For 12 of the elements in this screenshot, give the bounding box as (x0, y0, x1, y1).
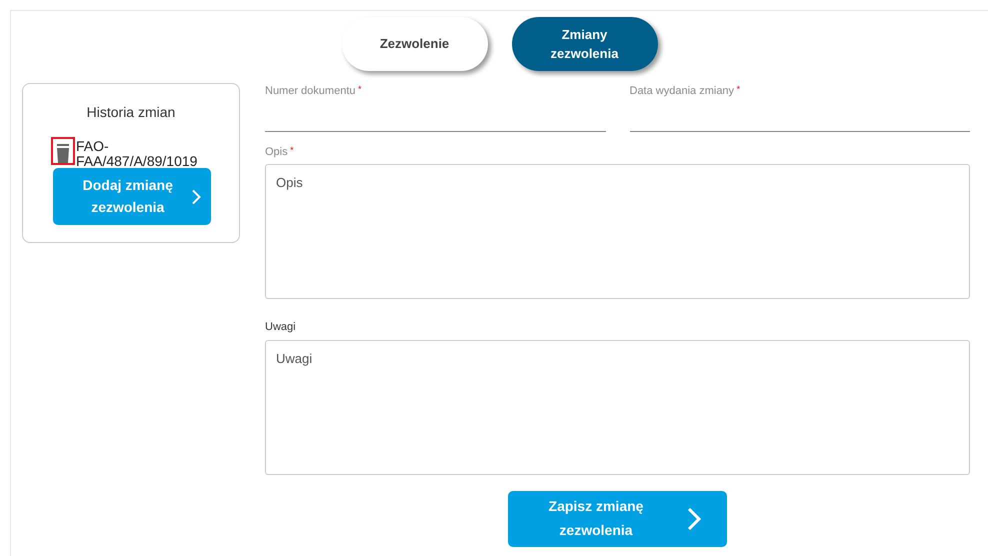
field-label: Numer dokumentu * (265, 83, 363, 99)
text-area[interactable]: Opis (265, 164, 970, 299)
tab[interactable]: Zmiany zezwolenia (512, 17, 658, 71)
history-title: Historia zmian (86, 103, 176, 122)
trash-icon[interactable] (53, 139, 73, 163)
history-entry: FAO-FAA/487/A/89/1019 (76, 139, 198, 168)
field-label: Opis * (265, 144, 295, 160)
chevron-right-icon (686, 506, 702, 530)
field-label: Uwagi (265, 320, 297, 335)
field-label: Data wydania zmiany * (630, 83, 742, 99)
tab[interactable]: Zezwolenie (342, 17, 488, 71)
text-area[interactable]: Uwagi (265, 340, 970, 474)
